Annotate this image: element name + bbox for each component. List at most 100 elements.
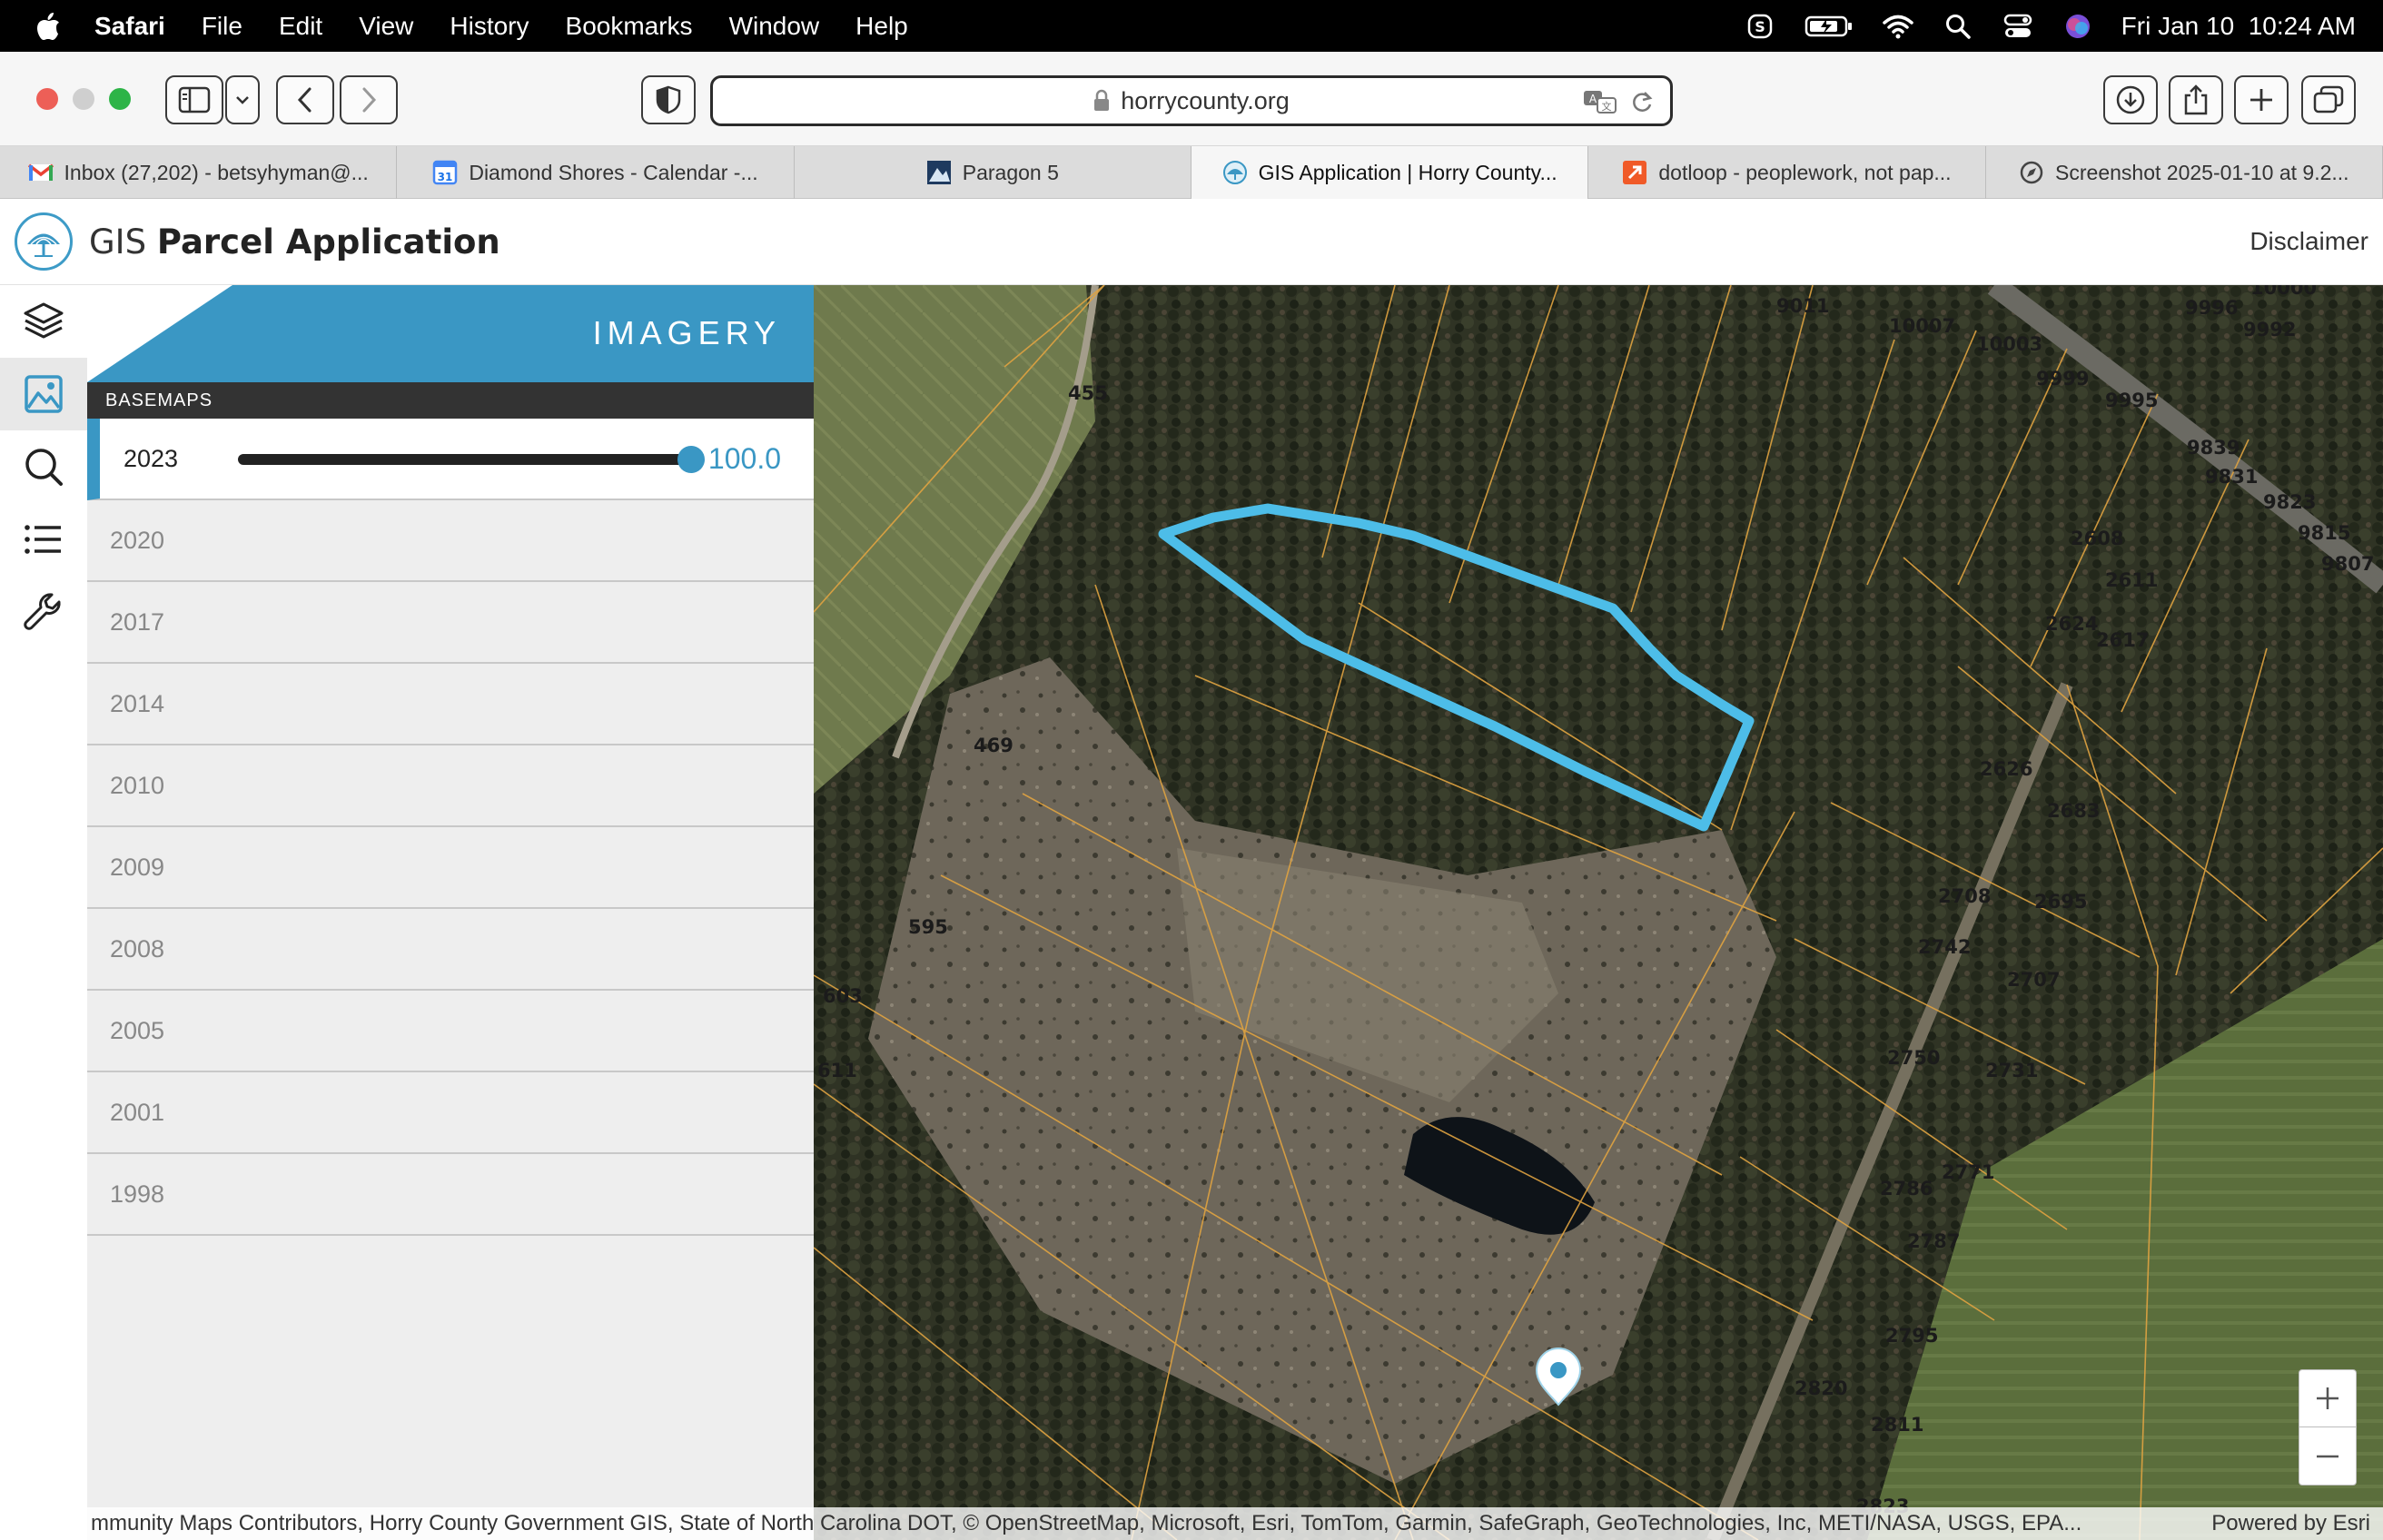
tab-label: Paragon 5: [962, 160, 1059, 184]
parcel-label: 2750: [1887, 1047, 1940, 1069]
zoom-out-button[interactable]: [2299, 1427, 2356, 1485]
apple-icon[interactable]: [33, 11, 64, 42]
menu-view[interactable]: View: [359, 12, 413, 41]
calendar-icon: 31: [432, 160, 458, 185]
tab-calendar[interactable]: 31 Diamond Shores - Calendar -...: [397, 146, 795, 199]
basemap-year-2014[interactable]: 2014: [87, 664, 814, 745]
tab-label: Inbox (27,202) - betsyhyman@...: [64, 160, 369, 184]
downloads-button[interactable]: [2103, 75, 2158, 124]
parcel-label: 2708: [1938, 885, 1991, 907]
parcel-label: 9823: [2263, 491, 2316, 513]
tab-overview-button[interactable]: [2301, 75, 2356, 124]
parcel-label: 2820: [1795, 1377, 1847, 1399]
basemaps-section-label: BASEMAPS: [87, 382, 814, 419]
sidebar-toggle-button[interactable]: [165, 75, 223, 124]
parcel-label: 2707: [2007, 969, 2060, 991]
basemap-year-label: 2008: [110, 934, 165, 962]
basemap-year-2009[interactable]: 2009: [87, 827, 814, 909]
attribution-text: mmunity Maps Contributors, Horry County …: [91, 1511, 2082, 1535]
svg-text:31: 31: [438, 171, 453, 183]
battery-icon[interactable]: [1804, 10, 1854, 43]
control-center-icon[interactable]: [2002, 10, 2034, 43]
menu-edit[interactable]: Edit: [279, 12, 322, 41]
basemap-year-2020[interactable]: 2020: [87, 500, 814, 582]
siri-icon[interactable]: [2062, 10, 2094, 43]
tab-gis-application[interactable]: GIS Application | Horry County...: [1191, 146, 1589, 199]
search-button[interactable]: [0, 430, 87, 503]
parcel-label: 9999: [2036, 368, 2089, 390]
basemap-year-label: 1998: [110, 1180, 165, 1208]
app-title-light: GIS: [89, 222, 157, 262]
zoom-controls: [2299, 1369, 2357, 1486]
svg-text:A: A: [1589, 93, 1597, 105]
imagery-button[interactable]: [0, 358, 87, 430]
url-text[interactable]: horrycounty.org: [1121, 87, 1290, 115]
tab-paragon[interactable]: Paragon 5: [795, 146, 1192, 199]
menu-file[interactable]: File: [202, 12, 242, 41]
powered-by-esri-link[interactable]: Powered by Esri: [2193, 1511, 2383, 1536]
spotlight-search-icon[interactable]: [1942, 10, 1974, 43]
translate-icon[interactable]: A文: [1583, 89, 1617, 123]
close-window-button[interactable]: [36, 88, 58, 110]
image-icon: [25, 375, 63, 413]
aerial-map[interactable]: 10000 99969992 9011 10007 10003 9999 9995 9839 9…: [814, 285, 2383, 1540]
svg-text:文: 文: [1602, 100, 1612, 113]
zoom-in-button[interactable]: [2299, 1370, 2356, 1427]
parcel-label: 9807: [2321, 553, 2374, 575]
privacy-report-button[interactable]: [641, 75, 696, 124]
forward-button[interactable]: [340, 75, 398, 124]
app-title-bold: Parcel Application: [156, 222, 500, 262]
horry-county-icon: [1222, 160, 1248, 185]
map-view[interactable]: 10000 9996 9992 9011 10007 10003 9999 9995 9839 9…: [814, 285, 2383, 1540]
chevron-left-icon: [297, 87, 311, 113]
macos-menubar: Safari File Edit View History Bookmarks …: [0, 0, 2383, 52]
menu-history[interactable]: History: [450, 12, 529, 41]
address-bar[interactable]: horrycounty.org A文: [710, 75, 1673, 126]
legend-list-button[interactable]: [0, 503, 87, 576]
basemap-year-1998[interactable]: 1998: [87, 1154, 814, 1236]
new-tab-button[interactable]: [2234, 75, 2289, 124]
basemap-year-2005[interactable]: 2005: [87, 991, 814, 1072]
parcel-label: 603: [823, 985, 863, 1007]
tools-button[interactable]: [0, 576, 87, 648]
compass-icon: [2019, 160, 2044, 185]
share-icon: [2184, 84, 2208, 115]
lock-icon: [1093, 89, 1110, 113]
basemap-year-active[interactable]: 2023 100.0: [87, 419, 814, 500]
opacity-slider-track[interactable]: [238, 454, 692, 465]
menubar-clock[interactable]: Fri Jan 10 10:24 AM: [2121, 12, 2356, 41]
wifi-icon[interactable]: [1882, 10, 1914, 43]
basemap-year-label: 2023: [124, 444, 179, 472]
basemap-year-2017[interactable]: 2017: [87, 582, 814, 664]
share-button[interactable]: [2169, 75, 2223, 124]
tab-label: dotloop - peoplework, not pap...: [1658, 160, 1952, 184]
zoom-window-button[interactable]: [109, 88, 131, 110]
basemap-year-2010[interactable]: 2010: [87, 745, 814, 827]
menu-bookmarks[interactable]: Bookmarks: [566, 12, 693, 41]
disclaimer-link[interactable]: Disclaimer: [2250, 227, 2368, 256]
tab-screenshot[interactable]: Screenshot 2025-01-10 at 9.2...: [1986, 146, 2383, 199]
safari-toolbar: horrycounty.org A文: [0, 52, 2383, 146]
list-icon: [25, 525, 61, 554]
parcel-label: 2731: [1985, 1060, 2038, 1081]
parcel-label: 2695: [2034, 891, 2087, 913]
tab-dotloop[interactable]: dotloop - peoplework, not pap...: [1588, 146, 1986, 199]
minimize-window-button[interactable]: [73, 88, 94, 110]
menu-window[interactable]: Window: [729, 12, 820, 41]
tab-gmail[interactable]: Inbox (27,202) - betsyhyman@...: [0, 146, 398, 199]
parcel-label: 2786: [1880, 1178, 1933, 1199]
skype-icon[interactable]: S: [1744, 10, 1776, 43]
reload-icon[interactable]: [1630, 89, 1654, 123]
tool-rail: [0, 285, 87, 1540]
parcel-label: 2811: [1871, 1414, 1923, 1436]
opacity-slider-handle[interactable]: [677, 446, 705, 473]
tab-overview-icon: [2313, 85, 2344, 114]
basemap-year-2008[interactable]: 2008: [87, 909, 814, 991]
menu-help[interactable]: Help: [855, 12, 908, 41]
back-button[interactable]: [276, 75, 334, 124]
layers-button[interactable]: [0, 285, 87, 358]
parcel-label: 2608: [2071, 528, 2123, 549]
tab-group-dropdown-button[interactable]: [225, 75, 260, 124]
menu-app-safari[interactable]: Safari: [94, 12, 165, 41]
basemap-year-2001[interactable]: 2001: [87, 1072, 814, 1154]
